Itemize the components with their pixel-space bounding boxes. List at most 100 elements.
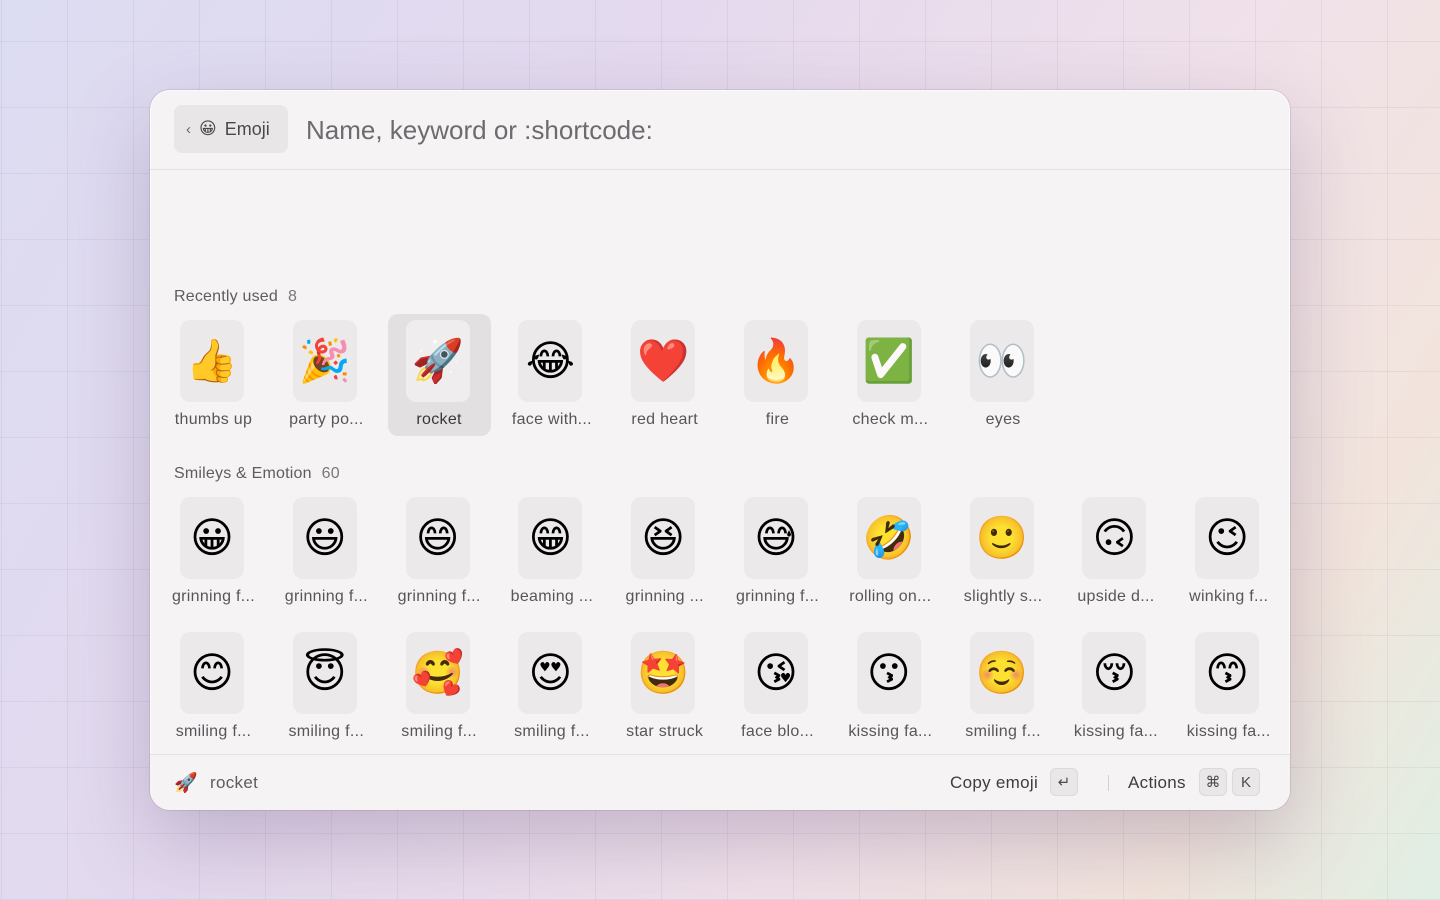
emoji-glyph: 😅	[744, 497, 808, 579]
emoji-cell[interactable]: 🎉 party po...	[275, 314, 378, 436]
emoji-glyph: 🎉	[292, 320, 357, 402]
emoji-glyph: 🔥	[744, 320, 808, 402]
emoji-cell[interactable]: 😆 grinning ...	[613, 491, 716, 613]
emoji-category-icon: 😀	[199, 119, 217, 138]
emoji-cell[interactable]: 😄 grinning f...	[388, 491, 491, 613]
emoji-label: grinning f...	[171, 588, 256, 605]
emoji-cell[interactable]: ✅ check m...	[839, 314, 942, 436]
emoji-label: rocket	[416, 411, 462, 428]
emoji-cell[interactable]: 🤣 rolling on...	[839, 491, 942, 613]
emoji-cell[interactable]: 🙂 slightly s...	[952, 491, 1055, 613]
emoji-label: thumbs up	[174, 411, 253, 428]
emoji-cell[interactable]: 😃 grinning f...	[275, 491, 378, 613]
emoji-glyph: 🤩	[631, 632, 696, 714]
search-bar: ‹ 😀 Emoji	[150, 90, 1290, 170]
emoji-cell[interactable]: 😚 kissing fa...	[1064, 626, 1167, 748]
section-count: 60	[321, 465, 340, 482]
emoji-cell[interactable]: 😀 grinning f...	[162, 491, 265, 613]
emoji-glyph: 😊	[180, 632, 244, 714]
section-count: 8	[288, 288, 298, 305]
emoji-cell[interactable]: ☺️ smiling f...	[952, 626, 1055, 748]
emoji-label: smiling f...	[175, 723, 252, 740]
emoji-glyph: 🙂	[969, 497, 1034, 579]
emoji-label: kissing fa...	[1073, 723, 1158, 740]
emoji-label: eyes	[985, 411, 1021, 428]
emoji-label: grinning f...	[735, 588, 820, 605]
emoji-glyph: 😙	[1195, 632, 1260, 714]
emoji-glyph: ✅	[856, 320, 921, 402]
emoji-glyph: 😍	[518, 632, 583, 714]
emoji-glyph: 👍	[180, 320, 244, 402]
emoji-glyph: 😘	[744, 632, 808, 714]
return-key-icon: ↵	[1050, 768, 1078, 796]
emoji-label: rolling on...	[849, 588, 932, 605]
emoji-label: kissing fa...	[1186, 723, 1271, 740]
emoji-glyph: 🚀	[405, 320, 470, 402]
emoji-glyph: 🙃	[1082, 497, 1147, 579]
emoji-cell[interactable]: 😂 face with...	[500, 314, 603, 436]
emoji-cell[interactable]: 😍 smiling f...	[500, 626, 603, 748]
emoji-glyph: 🤣	[856, 497, 921, 579]
back-button[interactable]: ‹ 😀 Emoji	[174, 105, 288, 153]
emoji-grid: Recently used 8 👍 thumbs up 🎉 party po... 🚀 ro…	[150, 170, 1290, 755]
emoji-cell[interactable]: 🔥 fire	[726, 314, 829, 436]
actions-button[interactable]: Actions	[1128, 773, 1186, 793]
emoji-glyph: 😃	[292, 497, 357, 579]
emoji-glyph: 😆	[631, 497, 696, 579]
emoji-label: winking f...	[1189, 588, 1269, 605]
emoji-cell[interactable]: 😅 grinning f...	[726, 491, 829, 613]
emoji-label: smiling f...	[965, 723, 1041, 740]
back-button-label: Emoji	[224, 118, 270, 139]
section-header-smileys: Smileys & Emotion 60	[174, 465, 340, 483]
emoji-cell[interactable]: 🤩 star struck	[613, 626, 716, 748]
emoji-cell[interactable]: 😁 beaming ...	[500, 491, 603, 613]
emoji-cell[interactable]: 🙃 upside d...	[1064, 491, 1167, 613]
emoji-label: upside d...	[1077, 588, 1155, 605]
command-key-icon: ⌘	[1199, 768, 1227, 796]
emoji-cell[interactable]: ❤️ red heart	[613, 314, 716, 436]
emoji-glyph: 👀	[969, 320, 1034, 402]
emoji-label: slightly s...	[963, 588, 1043, 605]
chevron-left-icon: ‹	[186, 120, 191, 138]
emoji-cell[interactable]: 😙 kissing fa...	[1177, 626, 1280, 748]
emoji-label: smiling f...	[514, 723, 590, 740]
emoji-cell[interactable]: 😇 smiling f...	[275, 626, 378, 748]
selected-emoji-icon: 🚀	[174, 773, 198, 794]
emoji-glyph: 😇	[292, 632, 357, 714]
emoji-label: beaming ...	[510, 588, 594, 605]
search-input[interactable]	[306, 108, 1206, 152]
emoji-label: party po...	[289, 411, 364, 428]
emoji-cell[interactable]: 😘 face blo...	[726, 626, 829, 748]
emoji-glyph: 😄	[405, 497, 470, 579]
k-key-icon: K	[1232, 768, 1260, 796]
emoji-cell[interactable]: 🥰 smiling f...	[388, 626, 491, 748]
emoji-label: grinning ...	[625, 588, 704, 605]
emoji-label: star struck	[626, 723, 704, 740]
emoji-cell[interactable]: 😉 winking f...	[1177, 491, 1280, 613]
copy-emoji-button[interactable]: Copy emoji	[950, 773, 1038, 793]
emoji-label: red heart	[631, 411, 699, 428]
emoji-label: grinning f...	[397, 588, 481, 605]
emoji-label: face blo...	[741, 723, 814, 740]
emoji-cell[interactable]: 👍 thumbs up	[162, 314, 265, 436]
emoji-glyph: 😁	[518, 497, 583, 579]
emoji-label: kissing fa...	[848, 723, 933, 740]
emoji-label: smiling f...	[288, 723, 365, 740]
emoji-picker-window: ‹ 😀 Emoji Recently used 8 👍 thumbs up 🎉 part…	[150, 90, 1290, 810]
section-title: Recently used	[174, 288, 278, 305]
emoji-glyph: 😗	[856, 632, 921, 714]
emoji-cell[interactable]: 😗 kissing fa...	[839, 626, 942, 748]
emoji-cell[interactable]: 👀 eyes	[952, 314, 1055, 436]
emoji-label: face with...	[511, 411, 592, 428]
emoji-label: smiling f...	[401, 723, 477, 740]
emoji-glyph: ❤️	[631, 320, 696, 402]
emoji-cell[interactable]: 😊 smiling f...	[162, 626, 265, 748]
section-header-recent: Recently used 8	[174, 288, 297, 306]
emoji-glyph: ☺️	[969, 632, 1034, 714]
emoji-glyph: 🥰	[405, 632, 470, 714]
emoji-label: grinning f...	[284, 588, 368, 605]
action-bar: 🚀 rocket Copy emoji ↵ Actions ⌘ K	[150, 754, 1290, 810]
emoji-glyph: 😉	[1195, 497, 1260, 579]
emoji-glyph: 😚	[1082, 632, 1147, 714]
emoji-cell[interactable]: 🚀 rocket	[387, 314, 491, 436]
